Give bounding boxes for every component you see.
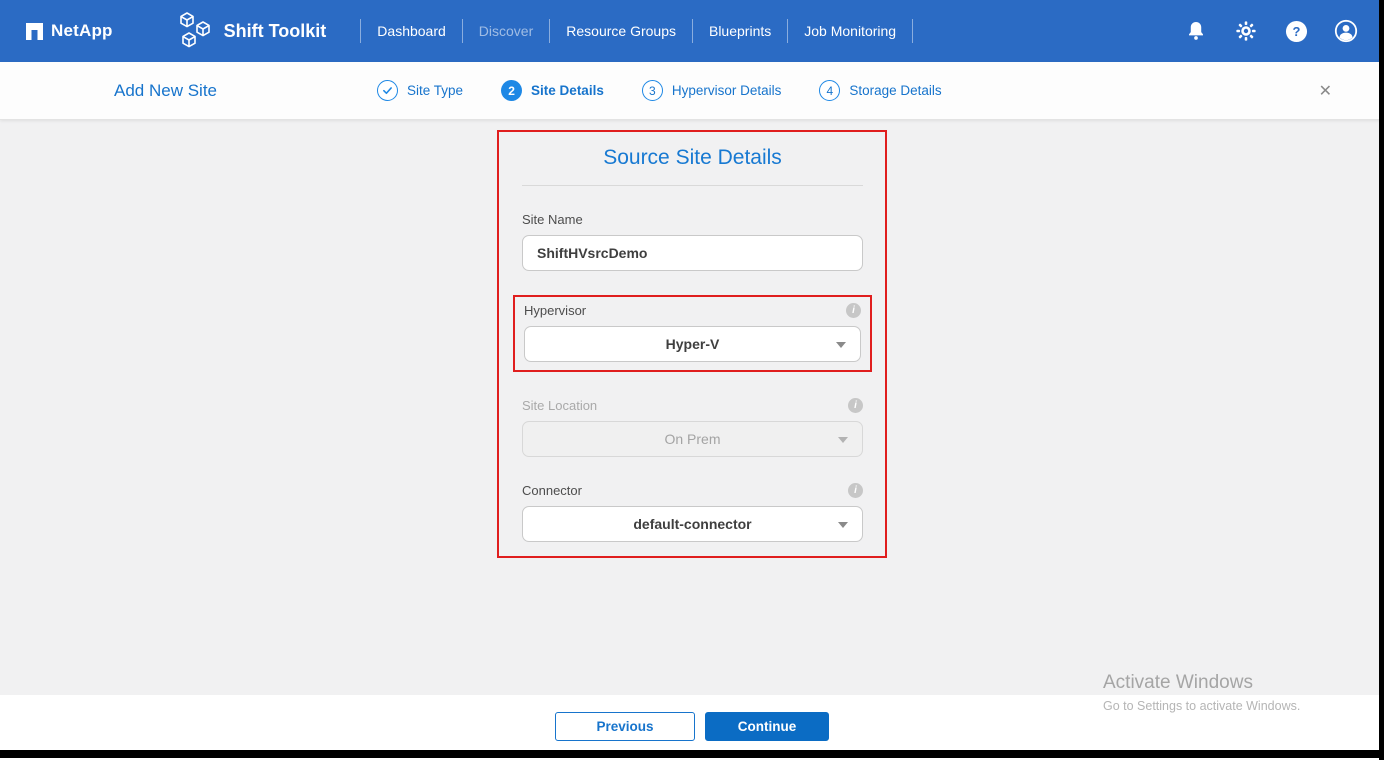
nav-item-job-monitoring[interactable]: Job Monitoring [804,23,896,39]
app-window: NetApp Shift Toolkit Dashboard Discover … [0,0,1384,760]
nav-divider [912,19,914,43]
info-icon[interactable]: i [846,303,861,318]
step-site-type[interactable]: Site Type [377,80,463,101]
product-name: Shift Toolkit [223,20,327,41]
previous-button[interactable]: Previous [555,712,695,741]
site-location-select: On Prem [522,421,863,457]
step-number: 4 [819,80,841,101]
site-name-input[interactable] [522,235,863,271]
window-edge [1379,0,1384,760]
svg-text:?: ? [1292,23,1300,38]
close-icon[interactable]: ✕ [1315,77,1336,105]
step-number: 3 [641,80,663,101]
site-name-label: Site Name [522,212,583,227]
connector-field: Connector i default-connector [522,483,863,542]
nav-divider [461,19,463,43]
nav-divider [549,19,551,43]
settings-icon[interactable] [1234,19,1258,43]
hypervisor-label: Hypervisor [524,303,587,318]
connector-label: Connector [522,483,582,498]
main-nav: Dashboard Discover Resource Groups Bluep… [344,19,929,43]
step-site-details[interactable]: 2 Site Details [501,80,604,101]
nav-item-blueprints[interactable]: Blueprints [709,23,771,39]
main-content: Source Site Details Site Name Hypervisor… [0,120,1384,695]
step-hypervisor-details[interactable]: 3 Hypervisor Details [641,80,782,101]
brand-name: NetApp [51,21,113,40]
site-name-field: Site Name [522,212,863,271]
step-label: Site Details [531,83,604,98]
chevron-down-icon [838,522,848,528]
site-location-value: On Prem [664,431,721,447]
step-label: Storage Details [849,83,942,98]
nav-divider [691,19,693,43]
page-title: Add New Site [114,80,217,100]
chevron-down-icon [838,437,848,443]
nav-item-resource-groups[interactable]: Resource Groups [566,23,676,39]
step-check-icon [377,80,398,101]
hypervisor-field: Hypervisor i Hyper-V [524,303,861,362]
hypervisor-highlight: Hypervisor i Hyper-V [513,295,872,372]
hypervisor-select[interactable]: Hyper-V [524,326,861,362]
netapp-mark-icon [26,22,43,40]
step-storage-details[interactable]: 4 Storage Details [819,80,942,101]
help-icon[interactable]: ? [1284,19,1308,43]
form-title: Source Site Details [603,146,782,169]
site-location-label: Site Location [522,398,598,413]
wizard-steps: Site Type 2 Site Details 3 Hypervisor De… [377,80,942,101]
header-actions: ? [1184,19,1358,43]
step-label: Hypervisor Details [671,83,782,98]
account-icon[interactable] [1334,19,1358,43]
step-number: 2 [501,80,523,101]
notifications-icon[interactable] [1184,19,1208,43]
nav-item-dashboard[interactable]: Dashboard [377,23,446,39]
nav-divider [360,19,362,43]
form-divider [522,185,863,186]
step-label: Site Type [407,83,464,98]
hypervisor-value: Hyper-V [665,336,720,352]
chevron-down-icon [836,342,846,348]
shift-toolkit-icon [179,12,210,48]
info-icon[interactable]: i [848,483,863,498]
app-header: NetApp Shift Toolkit Dashboard Discover … [0,0,1384,62]
nav-item-discover[interactable]: Discover [479,23,533,39]
netapp-logo: NetApp [26,21,113,41]
window-edge [0,750,1384,758]
connector-select[interactable]: default-connector [522,506,863,542]
nav-divider [787,19,789,43]
info-icon[interactable]: i [848,398,863,413]
site-location-field: Site Location i On Prem [522,398,863,457]
product-logo: Shift Toolkit [177,11,327,51]
connector-value: default-connector [633,516,752,532]
wizard-bar: Add New Site Site Type 2 Site Details 3 … [0,62,1384,120]
continue-button[interactable]: Continue [705,712,829,741]
source-site-form-highlight: Source Site Details Site Name Hypervisor… [497,130,887,558]
